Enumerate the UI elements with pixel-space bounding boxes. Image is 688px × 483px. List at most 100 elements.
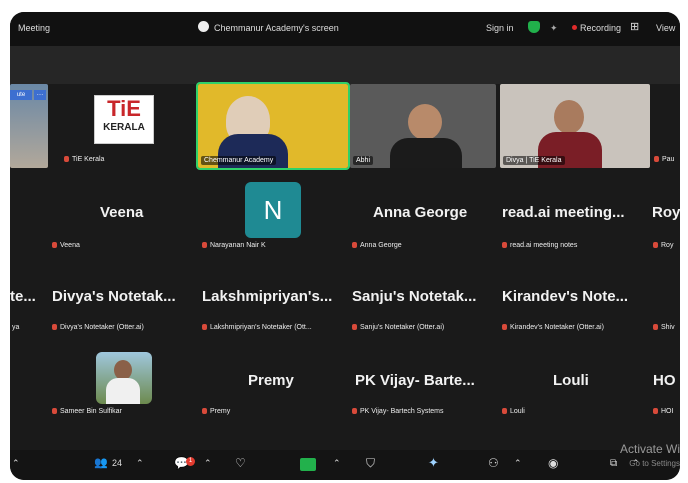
tile-pau[interactable]: Pau	[652, 84, 680, 168]
name-tag: Anna George	[352, 242, 402, 249]
participant-name-large: read.ai meeting...	[502, 204, 625, 221]
chevron-up-icon[interactable]: ⌃	[204, 458, 212, 469]
cute-label: ute	[10, 90, 32, 100]
apps-icon[interactable]: ⚇	[488, 456, 499, 470]
mic-muted-icon	[352, 324, 357, 330]
view-button[interactable]: View	[656, 23, 675, 33]
chevron-up-icon[interactable]: ⌃	[514, 458, 522, 469]
meeting-window: Meeting Chemmanur Academy's screen Sign …	[10, 12, 680, 480]
meeting-title: Meeting	[18, 23, 50, 33]
sign-in-link[interactable]: Sign in	[486, 23, 514, 33]
participant-name-large: Lakshmipriyan's...	[202, 288, 333, 305]
tile-label: Veena	[60, 242, 80, 249]
participants-count: 24	[112, 458, 123, 468]
mic-muted-icon	[654, 156, 659, 162]
name-tag: Narayanan Nair K	[202, 242, 266, 249]
tile-label: Louli	[510, 408, 525, 415]
tie-kerala-logo: TiE KERALA	[94, 95, 154, 144]
tile-label: HOI	[661, 408, 674, 415]
meeting-label: Meeting	[18, 23, 51, 33]
mic-muted-icon	[653, 242, 658, 248]
activation-watermark: Activate Wi	[619, 442, 680, 456]
screen-share-icon	[198, 21, 209, 32]
avatar[interactable]: N	[245, 182, 301, 238]
tile-label: PK Vijay- Bartech Systems	[360, 408, 444, 415]
tile-label: Pau	[662, 156, 675, 163]
name-tag: Kirandev's Notetaker (Otter.ai)	[502, 324, 604, 331]
participant-name-large: Louli	[553, 372, 589, 389]
mic-muted-icon	[202, 242, 207, 248]
mic-muted-icon	[653, 408, 658, 414]
name-tag: HOI	[653, 408, 673, 415]
video-tile-divya[interactable]: Divya | TiE Kerala	[500, 84, 650, 168]
share-screen-button[interactable]	[300, 458, 316, 471]
participant-name-large: Premy	[248, 372, 294, 389]
participant-name-large: Kirandev's Note...	[502, 288, 629, 305]
name-tag: Sameer Bin Sulfikar	[52, 408, 122, 415]
name-tag: Veena	[52, 242, 80, 249]
ai-sparkle-icon[interactable]: ✦	[428, 455, 439, 471]
mic-muted-icon	[64, 156, 69, 162]
shield-icon[interactable]	[528, 21, 540, 33]
tie-logo-text: TiE	[107, 96, 141, 121]
participants-icon[interactable]: 👥	[94, 456, 108, 469]
mic-muted-icon	[52, 242, 57, 248]
participant-body	[106, 378, 140, 404]
captions-icon[interactable]: ⧉	[610, 458, 617, 469]
mic-muted-icon	[202, 408, 207, 414]
mic-muted-icon	[352, 242, 357, 248]
tile-label: Lakshmipriyan's Notetaker (Ott...	[210, 324, 312, 331]
tile-label: Narayanan Nair K	[210, 242, 266, 249]
mic-muted-icon	[52, 408, 57, 414]
share-title: Chemmanur Academy's screen	[214, 23, 339, 33]
recording-label: Recording	[580, 23, 622, 33]
more-label[interactable]: …	[34, 90, 46, 100]
participant-figure	[114, 360, 132, 380]
participant-name-large: Sanju's Notetak...	[352, 288, 477, 305]
chevron-up-icon[interactable]: ⌃	[136, 458, 144, 469]
mic-muted-icon	[502, 408, 507, 414]
shield-outline-icon[interactable]: ⛉	[366, 456, 375, 471]
chevron-up-icon[interactable]: ⌃	[333, 458, 341, 469]
tile-label: Premy	[210, 408, 231, 415]
tile-label: Divya | TiE Kerala	[503, 156, 565, 165]
bottom-toolbar: 👥 24 ⌃ 💬 ⌃ ♡ ⌃ ⛉ ✦ ⚇ ⌃ ◉ ⧉ ⌃ ⌃	[10, 450, 680, 480]
video-tile-chemmanur[interactable]: Chemmanur Academy	[196, 82, 350, 170]
name-tag: Sanju's Notetaker (Otter.ai)	[352, 324, 444, 331]
record-dot-icon	[572, 25, 577, 30]
tile-label: TiE Kerala	[72, 156, 105, 163]
record-icon[interactable]: ◉	[548, 456, 558, 470]
name-tag: read.ai meeting notes	[502, 242, 577, 249]
video-tile-shared[interactable]: ute …	[10, 84, 48, 168]
sparkle-icon[interactable]: ✦	[550, 23, 558, 34]
participant-name-large: te...	[10, 288, 36, 305]
tile-label: Shiv	[661, 324, 675, 331]
mic-muted-icon	[502, 324, 507, 330]
video-tile-abhi[interactable]: Abhi	[350, 84, 496, 168]
chevron-up-icon[interactable]: ⌃	[12, 458, 20, 469]
activation-watermark-sub: Go to Settings	[629, 459, 680, 468]
participant-name-large: HO	[653, 372, 676, 389]
name-tag: Divya's Notetaker (Otter.ai)	[52, 324, 144, 331]
participant-body	[390, 138, 462, 168]
tile-label: Sanju's Notetaker (Otter.ai)	[360, 324, 445, 331]
tile-label: Chemmanur Academy	[201, 156, 277, 165]
avatar[interactable]	[96, 352, 152, 404]
name-tag: PK Vijay- Bartech Systems	[352, 408, 444, 415]
participant-name-large: Veena	[100, 204, 144, 221]
tile-label: Kirandev's Notetaker (Otter.ai)	[510, 324, 604, 331]
grid-icon[interactable]: ⊞	[630, 20, 639, 33]
name-tag: Louli	[502, 408, 525, 415]
recording-indicator[interactable]: Recording	[572, 23, 621, 33]
tile-tie-kerala[interactable]: TiE KERALA TiE Kerala	[50, 84, 196, 168]
participant-name-large: Roy	[652, 204, 680, 221]
participant-name-large: PK Vijay- Barte...	[355, 372, 475, 389]
name-tag: Shiv	[653, 324, 675, 331]
mic-muted-icon	[52, 324, 57, 330]
participant-name-large: Anna George	[373, 204, 468, 221]
tie-logo-sub: KERALA	[103, 122, 145, 133]
mic-muted-icon	[653, 324, 658, 330]
heart-icon[interactable]: ♡	[235, 456, 246, 470]
participant-figure	[408, 104, 442, 140]
name-tag: Roy	[653, 242, 673, 249]
